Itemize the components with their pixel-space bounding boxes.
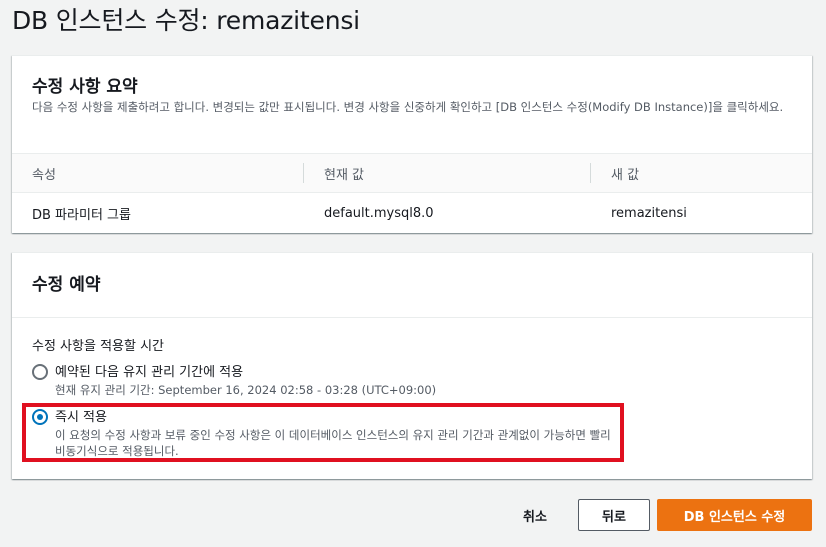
header-divider [12,317,812,318]
cancel-button[interactable]: 취소 [508,499,562,531]
row-new-value: remazitensi [611,205,687,221]
column-header-attribute: 속성 [32,167,56,183]
column-header-current-value: 현재 값 [324,167,365,183]
apply-time-label: 수정 사항을 적용할 시간 [32,339,164,354]
previous-button[interactable]: 뒤로 [578,499,650,531]
page-title: DB 인스턴스 수정: remazitensi [12,6,360,35]
scheduling-panel: 수정 예약 수정 사항을 적용할 시간 예약된 다음 유지 관리 기간에 적용 … [12,252,812,479]
table-row: DB 파라미터 그룹 default.mysql8.0 remazitensi [12,193,812,233]
radio-button-maintenance-window[interactable] [32,364,48,380]
column-header-new-value: 새 값 [611,167,640,183]
schedule-heading: 수정 예약 [32,275,101,295]
summary-description: 다음 수정 사항을 제출하려고 합니다. 변경되는 값만 표시됩니다. 변경 사… [32,100,784,114]
row-current-value: default.mysql8.0 [324,205,434,221]
column-divider [303,163,304,183]
row-attribute: DB 파라미터 그룹 [32,207,131,223]
summary-heading: 수정 사항 요약 [32,77,138,97]
column-divider [590,163,591,183]
modification-summary-panel: 수정 사항 요약 다음 수정 사항을 제출하려고 합니다. 변경되는 값만 표시… [12,55,812,233]
radio-button-apply-immediately[interactable] [32,409,48,425]
summary-table: 속성 현재 값 새 값 DB 파라미터 그룹 default.mysql8.0 … [12,153,812,233]
radio-label-apply-immediately[interactable]: 즉시 적용 [55,406,107,425]
maintenance-window-description: 현재 유지 관리 기간: September 16, 2024 02:58 - … [55,383,437,397]
radio-label-maintenance-window[interactable]: 예약된 다음 유지 관리 기간에 적용 [55,361,243,380]
apply-immediately-description: 이 요청의 수정 사항과 보류 중인 수정 사항은 이 데이터베이스 인스턴스의… [55,428,611,458]
table-header: 속성 현재 값 새 값 [12,153,812,193]
modify-db-instance-button[interactable]: DB 인스턴스 수정 [657,499,812,531]
